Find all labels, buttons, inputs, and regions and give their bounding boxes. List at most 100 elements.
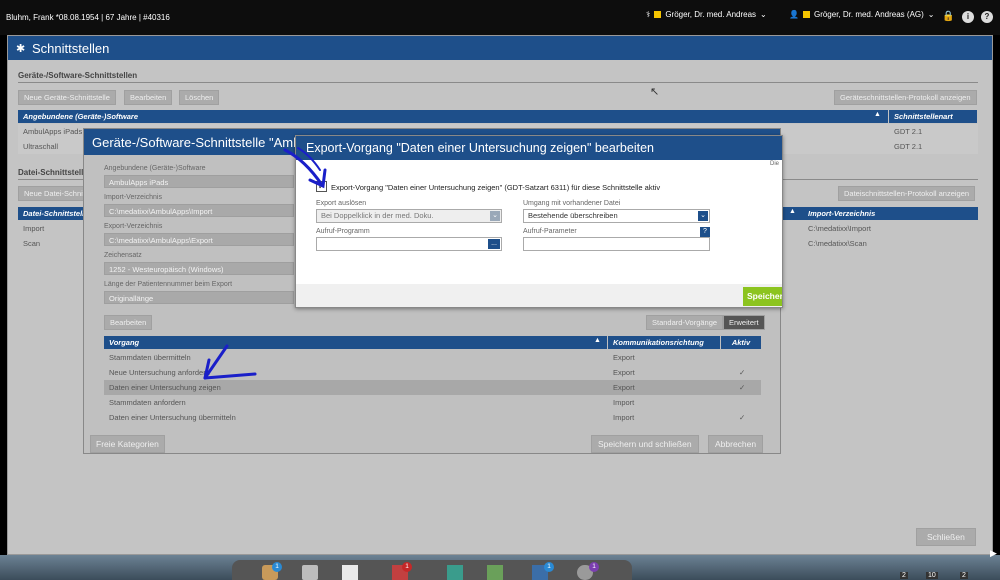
browse-button[interactable]: ... <box>488 239 500 249</box>
monitor-icon[interactable] <box>447 565 463 580</box>
table-row[interactable]: Daten einer Untersuchung übermitteln <box>104 411 761 424</box>
dialog-title: Export-Vorgang "Daten einer Untersuchung… <box>296 136 782 160</box>
people-icon[interactable]: 1 <box>262 562 282 580</box>
field-label: Zeichensatz <box>104 252 142 259</box>
software-field: AmbulApps iPads <box>104 175 294 188</box>
chevron-down-icon: ⌄ <box>927 10 935 19</box>
save-button[interactable]: Speichern <box>743 287 782 306</box>
user-color-square <box>654 11 662 18</box>
chevron-down-icon[interactable]: ⌄ <box>490 211 500 221</box>
gear-icon[interactable]: 1 <box>577 562 599 580</box>
table-cell-active <box>734 351 744 355</box>
taskbar: 1 1 1 1 <box>232 560 632 580</box>
field-label: Angebundene (Geräte-)Software <box>104 165 206 172</box>
table-header-direction[interactable]: Kommunikationsrichtung <box>608 336 720 349</box>
annotation-arrow <box>203 344 257 380</box>
user-color-square <box>802 11 810 18</box>
export-dir-field: C:\medatixx\AmbulApps\Export <box>104 233 294 246</box>
cancel-button[interactable]: Abbrechen <box>708 435 764 453</box>
user-name: Gröger, Dr. med. Andreas (AG) <box>813 10 924 19</box>
sort-up-icon[interactable]: ▲ <box>594 337 601 344</box>
table-row[interactable]: Import <box>18 222 49 235</box>
info-icon[interactable]: i <box>962 11 974 23</box>
lock-icon[interactable]: 🔒 <box>942 11 954 22</box>
close-button[interactable]: Schließen <box>916 528 976 546</box>
section-title-devices: Geräte-/Software-Schnittstellen <box>18 71 138 80</box>
stethoscope-icon: ⚕ <box>646 10 651 19</box>
field-label: Aufruf-Programm <box>316 228 370 235</box>
save-and-close-button[interactable]: Speichern und schließen <box>591 435 699 453</box>
patient-info[interactable]: Bluhm, Frank *08.08.1954 | 67 Jahre | #4… <box>6 13 170 22</box>
grid-icon[interactable] <box>487 565 503 580</box>
standard-procedures-button[interactable]: Standard-Vorgänge <box>646 315 724 330</box>
parameters-input[interactable] <box>523 237 710 251</box>
import-dir-field: C:\medatixx\AmbulApps\Import <box>104 204 294 217</box>
table-cell-direction: Import <box>613 413 635 422</box>
help-icon[interactable]: ? <box>981 11 993 23</box>
mouse-cursor-icon: ↖ <box>650 86 660 98</box>
free-categories-button[interactable]: Freie Kategorien <box>90 435 165 453</box>
device-icon[interactable]: 1 <box>532 562 554 580</box>
table-cell-direction: Export <box>613 383 635 392</box>
field-label: Länge der Patientennummer beim Export <box>104 281 233 288</box>
table-cell-dir[interactable]: C:\medatixx\Scan <box>803 237 872 250</box>
table-row[interactable]: Stammdaten anfordern <box>104 396 761 409</box>
table-header-procedure[interactable]: Vorgang <box>104 336 607 349</box>
notification-badge: 1 <box>402 562 412 572</box>
edit-button[interactable]: Bearbeiten <box>124 90 173 105</box>
table-header-active[interactable]: Aktiv <box>721 336 761 349</box>
program-input[interactable] <box>316 237 502 251</box>
new-device-interface-button[interactable]: Neue Geräte-Schnittstelle <box>18 90 116 105</box>
play-icon[interactable]: ▶ <box>990 548 997 559</box>
table-cell-active: ✓ <box>739 413 746 422</box>
doctor-name: Gröger, Dr. med. Andreas <box>665 10 757 19</box>
delete-button[interactable]: Löschen <box>179 90 220 105</box>
user-selector[interactable]: 👤 Gröger, Dr. med. Andreas (AG) ⌄ <box>789 10 935 19</box>
window-title: Schnittstellen <box>32 41 110 56</box>
sort-up-icon[interactable]: ▲ <box>874 111 881 118</box>
table-cell-direction: Export <box>613 353 635 362</box>
interface-icon: ✱ <box>16 43 26 55</box>
top-bar: Bluhm, Frank *08.08.1954 | 67 Jahre | #4… <box>0 0 1000 35</box>
charset-field: 1252 - Westeuropäisch (Windows) <box>104 262 294 275</box>
table-cell-active <box>734 396 744 400</box>
field-label: Aufruf-Parameter <box>523 228 577 235</box>
doctor-selector[interactable]: ⚕ Gröger, Dr. med. Andreas ⌄ <box>646 10 767 19</box>
sort-up-icon[interactable]: ▲ <box>789 208 796 215</box>
select-value: Bei Doppelklick in der med. Doku. <box>321 211 434 220</box>
edit-button[interactable]: Bearbeiten <box>104 315 153 330</box>
table-row[interactable]: Scan <box>18 237 45 250</box>
table-header-type[interactable]: Schnittstellenart <box>889 110 977 123</box>
existing-file-select[interactable]: Bestehende überschreiben <box>523 209 710 223</box>
annotation-arrow <box>283 147 327 189</box>
advanced-button[interactable]: Erweitert <box>723 315 765 330</box>
export-trigger-select[interactable]: Bei Doppelklick in der med. Doku. <box>316 209 502 223</box>
table-cell-dir[interactable]: C:\medatixx\Import <box>803 222 876 235</box>
page-number: 2 <box>900 572 908 579</box>
table-header-import-dir[interactable]: Import-Verzeichnis <box>803 207 978 220</box>
lab-flask-icon[interactable] <box>302 565 318 580</box>
notification-badge: 1 <box>589 562 599 572</box>
field-label: Import-Verzeichnis <box>104 194 162 201</box>
active-checkbox-label: Export-Vorgang "Daten einer Untersuchung… <box>331 183 661 192</box>
table-cell-type[interactable]: GDT 2.1 <box>889 140 927 153</box>
page-number: 10 <box>926 572 938 579</box>
table-cell-active: ✓ <box>739 368 746 377</box>
side-hint: Die <box>770 161 780 167</box>
table-cell-active: ✓ <box>739 383 746 392</box>
section-title-files: Datei-Schnittstellen <box>18 168 93 177</box>
chevron-down-icon[interactable]: ⌄ <box>698 211 708 221</box>
window-title-bar: ✱ Schnittstellen <box>8 36 992 60</box>
table-header-software[interactable]: Angebundene (Geräte-)Software <box>18 110 888 123</box>
document-icon[interactable] <box>342 565 358 580</box>
field-label: Export auslösen <box>316 200 367 207</box>
chevron-down-icon: ⌄ <box>760 10 767 19</box>
chart-icon[interactable]: 1 <box>392 562 412 580</box>
table-cell-type[interactable]: GDT 2.1 <box>889 125 927 138</box>
file-protocol-button[interactable]: Dateischnittstellen-Protokoll anzeigen <box>838 186 976 201</box>
export-procedure-dialog: Export-Vorgang "Daten einer Untersuchung… <box>295 135 783 308</box>
help-icon[interactable]: ? <box>700 227 710 237</box>
notification-badge: 1 <box>544 562 554 572</box>
device-protocol-button[interactable]: Geräteschnittstellen-Protokoll anzeigen <box>834 90 977 105</box>
patient-number-length-field: Originallänge <box>104 291 294 304</box>
